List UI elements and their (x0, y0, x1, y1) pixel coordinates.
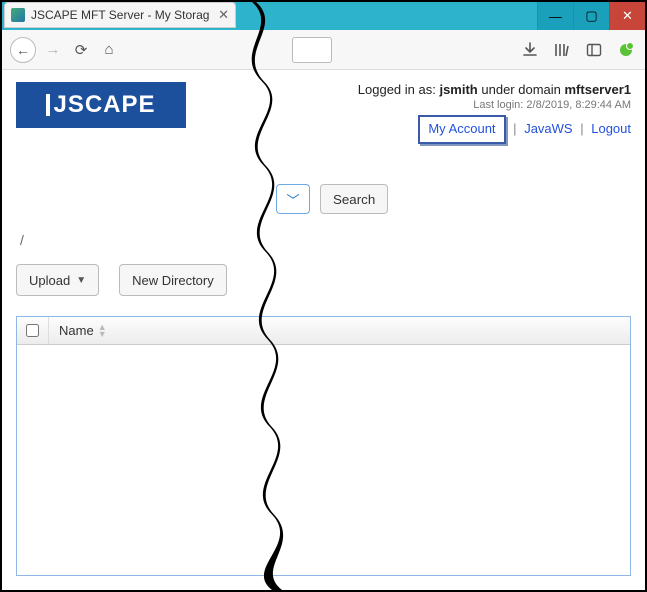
downloads-icon[interactable] (519, 39, 541, 61)
window-maximize-button[interactable]: ▢ (573, 2, 609, 30)
library-icon[interactable] (551, 39, 573, 61)
caret-down-icon: ▼ (76, 275, 86, 286)
chevron-down-icon: ﹀ (286, 190, 299, 209)
column-name-label: Name (59, 323, 94, 338)
browser-tab[interactable]: JSCAPE MFT Server - My Storag ✕ (4, 2, 236, 28)
window-minimize-button[interactable]: — (537, 2, 573, 30)
search-row: ﹀ Search (16, 184, 631, 214)
sidebar-icon[interactable] (583, 39, 605, 61)
search-filter-dropdown[interactable]: ﹀ (276, 184, 310, 214)
last-login-timestamp: 2/8/2019, 8:29:44 AM (526, 99, 631, 111)
table-header: Name ▲▼ (17, 317, 630, 345)
my-account-link[interactable]: My Account (428, 121, 495, 136)
javaws-link[interactable]: JavaWS (524, 121, 572, 136)
tab-favicon (11, 8, 25, 22)
tab-title: JSCAPE MFT Server - My Storag (31, 8, 212, 22)
window-close-button[interactable]: ✕ (609, 2, 645, 30)
my-account-highlight: My Account (418, 115, 505, 144)
tab-close-icon[interactable]: ✕ (218, 7, 229, 23)
login-domain: mftserver1 (565, 82, 632, 97)
table-body-empty (17, 345, 630, 575)
logged-in-as-line: Logged in as: jsmith under domain mftser… (358, 82, 631, 97)
select-all-checkbox[interactable] (26, 324, 39, 337)
extension-icon[interactable] (615, 39, 637, 61)
upload-label: Upload (29, 273, 70, 288)
login-username: jsmith (439, 82, 477, 97)
page-content: JSCAPE Logged in as: jsmith under domain… (2, 70, 645, 588)
login-info: Logged in as: jsmith under domain mftser… (358, 82, 631, 144)
nav-home-button[interactable]: ⌂ (98, 39, 120, 61)
logout-link[interactable]: Logout (591, 121, 631, 136)
column-name[interactable]: Name ▲▼ (49, 323, 107, 338)
nav-back-button[interactable]: ← (10, 37, 36, 63)
window-titlebar: JSCAPE MFT Server - My Storag ✕ — ▢ ✕ (2, 2, 645, 30)
actions-row: Upload ▼ New Directory (16, 264, 631, 296)
breadcrumb: / (16, 232, 631, 248)
logo-text: JSCAPE (53, 91, 155, 119)
new-directory-button[interactable]: New Directory (119, 264, 227, 296)
nav-reload-button[interactable]: ⟳ (70, 39, 92, 61)
file-table: Name ▲▼ (16, 316, 631, 576)
search-button[interactable]: Search (320, 184, 388, 214)
jscape-logo: JSCAPE (16, 82, 186, 128)
nav-forward-button[interactable]: → (42, 39, 64, 61)
url-bar[interactable] (292, 37, 332, 63)
browser-toolbar: ← → ⟳ ⌂ (2, 30, 645, 70)
last-login-line: Last login: 2/8/2019, 8:29:44 AM (358, 99, 631, 111)
sort-icon: ▲▼ (98, 324, 107, 338)
upload-button[interactable]: Upload ▼ (16, 264, 99, 296)
account-links: My Account | JavaWS | Logout (358, 115, 631, 144)
select-all-cell (17, 317, 49, 344)
